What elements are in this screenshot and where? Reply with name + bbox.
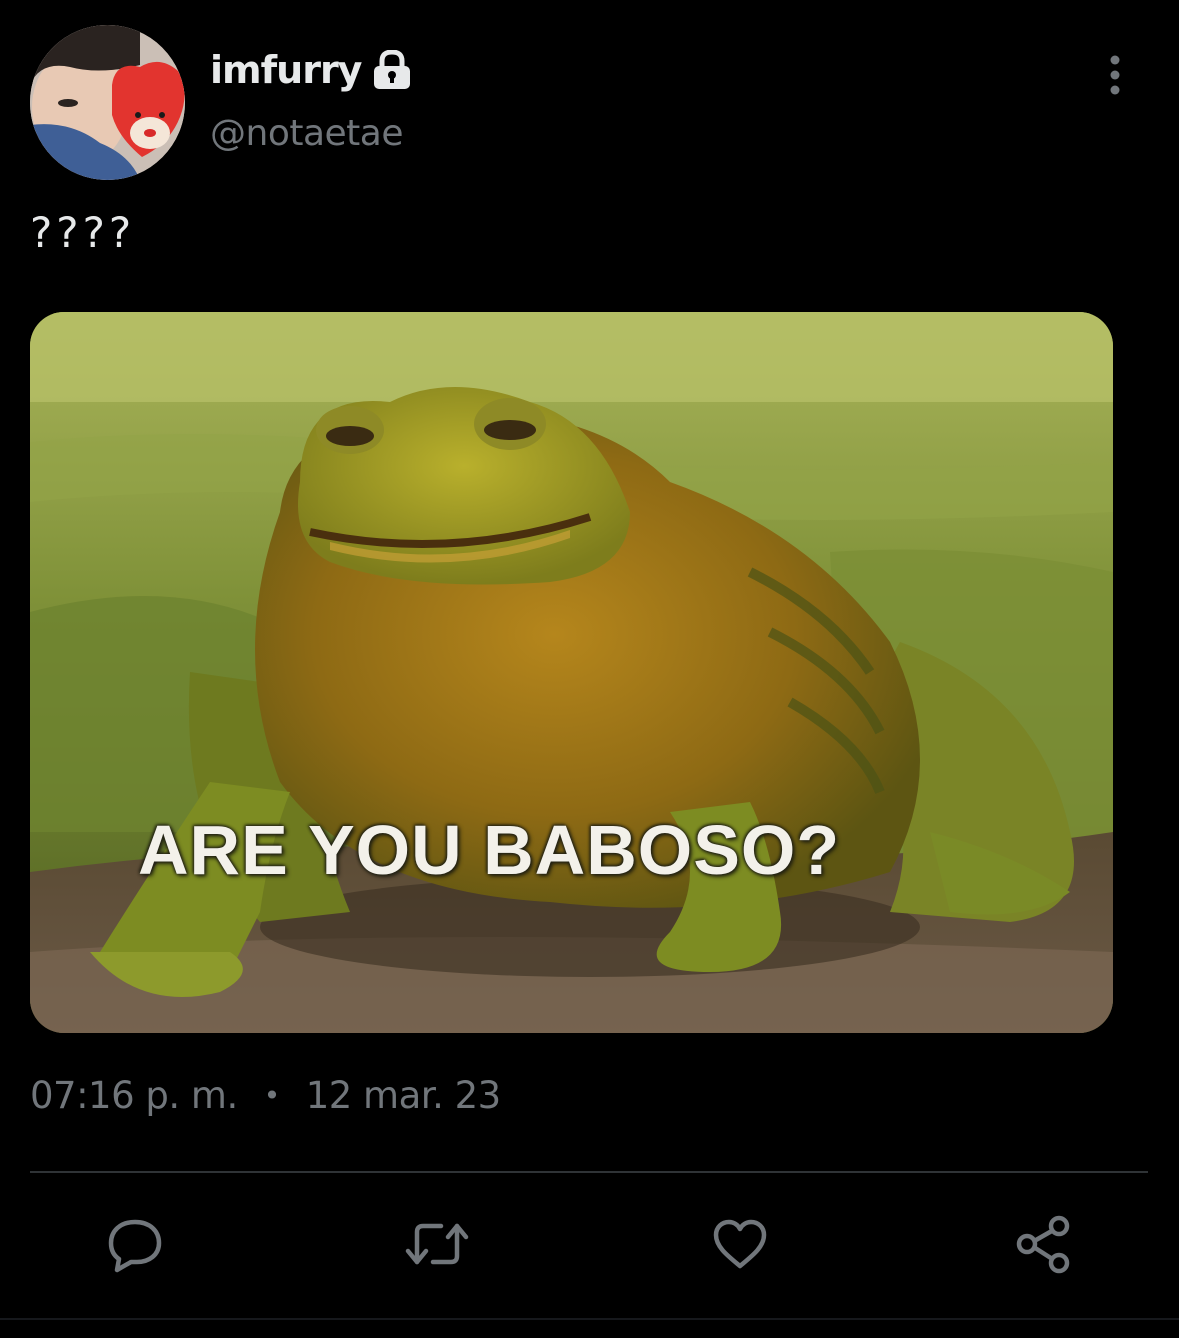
avatar[interactable]	[30, 25, 185, 180]
author-name-row[interactable]: imfurry	[210, 42, 413, 98]
retweet-button[interactable]	[405, 1212, 469, 1276]
tweet-text: ????	[30, 208, 136, 257]
heart-icon	[713, 1219, 767, 1269]
tweet-date[interactable]: 12 mar. 23	[306, 1074, 501, 1117]
author-handle[interactable]: @notaetae	[210, 113, 404, 154]
action-bar	[0, 1212, 1179, 1276]
divider	[30, 1171, 1148, 1173]
tweet-media[interactable]: ARE YOU BABOSO?	[30, 312, 1113, 1033]
timestamp-separator: •	[263, 1079, 281, 1112]
reply-icon	[108, 1219, 162, 1273]
bottom-divider	[0, 1318, 1179, 1320]
lock-icon	[371, 49, 413, 90]
like-button[interactable]	[708, 1212, 772, 1276]
media-caption: ARE YOU BABOSO?	[138, 811, 841, 889]
display-name[interactable]: imfurry	[210, 48, 362, 92]
retweet-icon	[405, 1223, 469, 1265]
avatar-image	[30, 25, 185, 180]
timestamp-row[interactable]: 07:16 p. m. • 12 mar. 23	[30, 1074, 501, 1117]
more-options-icon[interactable]	[1098, 52, 1132, 98]
share-icon	[1016, 1215, 1070, 1274]
tweet-time[interactable]: 07:16 p. m.	[30, 1074, 238, 1117]
share-button[interactable]	[1011, 1212, 1075, 1276]
reply-button[interactable]	[103, 1212, 167, 1276]
frog-meme-image	[30, 312, 1113, 1033]
